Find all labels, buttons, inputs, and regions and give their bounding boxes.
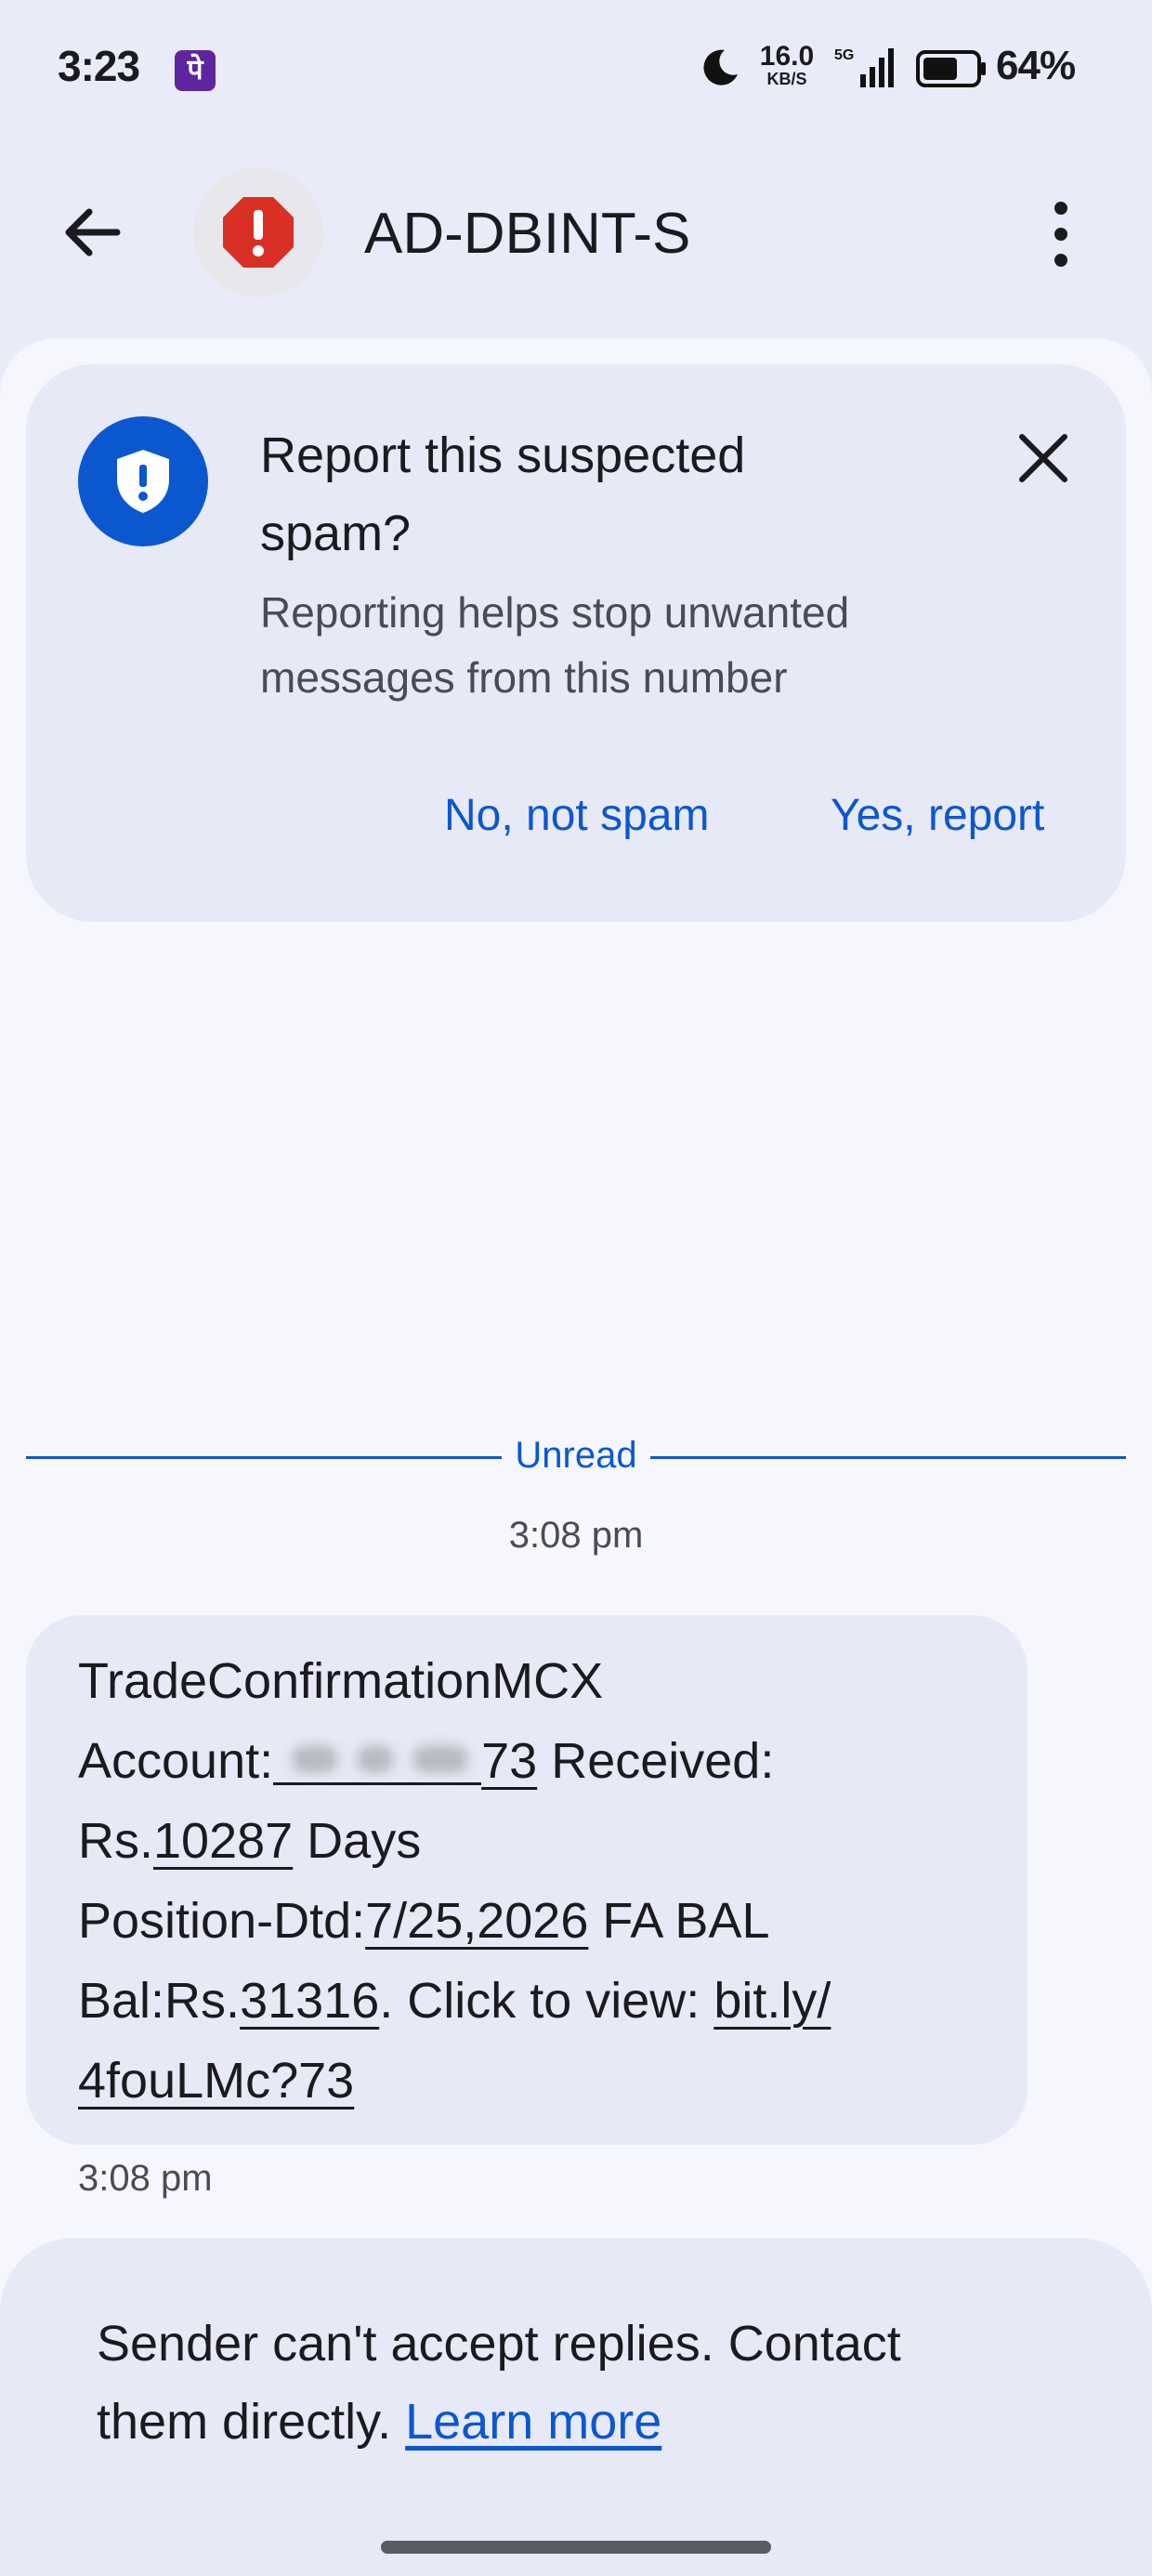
not-spam-button[interactable]: No, not spam [444,790,709,841]
message-text: TradeConfirmationMCX Account: 73 Received… [78,1653,831,2109]
phonepe-notification-icon: पे [175,50,216,91]
balance-link[interactable]: 31316 [240,1973,379,2029]
svg-text:5G: 5G [834,47,854,63]
cannot-reply-banner: Sender can't accept replies. Contact the… [0,2238,1152,2576]
amount-link[interactable]: 10287 [153,1813,293,1869]
shield-alert-icon [78,416,208,546]
close-icon[interactable] [1011,426,1076,491]
redacted-account-digits [273,1732,482,1785]
arrow-back-icon[interactable] [56,195,130,269]
unread-divider-right [650,1456,1126,1459]
status-time: 3:23 [58,42,140,90]
network-speed: 16.0 KB/S [754,41,819,88]
more-vert-icon[interactable] [1041,195,1081,273]
account-label: Account: [78,1733,274,1789]
short-url-link-continued[interactable]: 4fouLMc?73 [78,2053,354,2109]
cannot-reply-text: Sender can't accept replies. Contact the… [97,2316,901,2450]
signal-5g-icon: 5G [834,47,894,87]
report-spam-button[interactable]: Yes, report [831,790,1044,841]
unread-divider-left [26,1456,502,1459]
message-line-1: TradeConfirmationMCX [78,1653,604,1709]
gesture-nav-handle[interactable] [381,2541,771,2554]
battery-percentage: 64% [996,43,1076,88]
spam-warning-icon [223,197,294,268]
message-bubble[interactable]: TradeConfirmationMCX Account: 73 Received… [26,1615,1028,2145]
account-number-link[interactable]: 73 [273,1733,537,1789]
network-speed-unit: KB/S [766,70,807,88]
battery-icon [916,50,986,87]
top-app-bar: AD-DBINT-S [0,158,1152,307]
spam-report-card: Report this suspected spam? Reporting he… [26,364,1126,922]
date-link[interactable]: 7/25,2026 [365,1893,588,1949]
sender-avatar[interactable] [193,167,323,297]
message-timestamp: 3:08 pm [78,2158,213,2199]
unread-label: Unread [515,1435,637,1476]
thread-timestamp: 3:08 pm [508,1515,644,1556]
learn-more-link[interactable]: Learn more [405,2394,661,2450]
short-url-link[interactable]: bit.ly/ [713,1973,831,2029]
network-speed-value: 16.0 [759,41,815,72]
status-bar: 3:23 पे 16.0 KB/S 5G 64% [0,0,1152,139]
conversation-title: AD-DBINT-S [364,202,691,266]
do-not-disturb-moon-icon [703,49,738,85]
spam-card-title: Report this suspected spam? [260,427,746,561]
spam-card-body: Reporting helps stop unwanted messages f… [260,588,850,702]
